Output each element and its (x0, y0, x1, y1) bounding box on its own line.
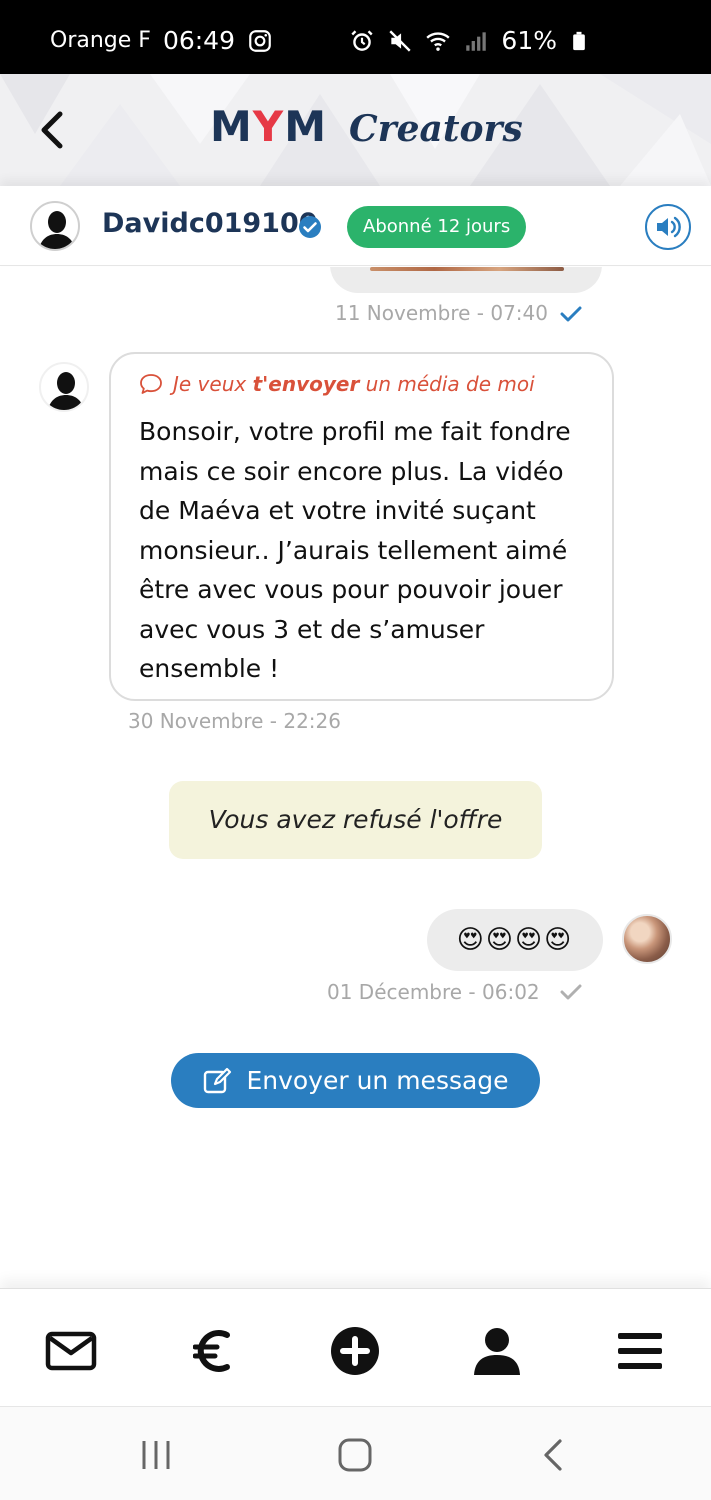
sent-check-icon (560, 984, 582, 1000)
nav-profile[interactable] (469, 1323, 525, 1379)
chat-thread[interactable]: 11 Novembre - 07:40 Je veux t'envoyer un… (0, 267, 711, 1287)
send-message-label: Envoyer un message (246, 1066, 509, 1095)
status-bar: Orange F 06:49 61% (0, 0, 711, 74)
menu-icon (618, 1333, 662, 1369)
logo-y: Y (252, 102, 285, 151)
sender-avatar[interactable] (39, 362, 89, 412)
user-silhouette-icon (47, 372, 85, 410)
instagram-icon (249, 29, 271, 52)
my-avatar[interactable] (622, 914, 672, 964)
speaker-icon (657, 216, 681, 238)
wifi-icon (426, 31, 451, 51)
add-icon (331, 1327, 379, 1375)
offer-bold: t'envoyer (252, 372, 360, 396)
status-left: Orange F 06:49 (50, 26, 273, 55)
sound-button[interactable] (645, 204, 691, 250)
battery-percent: 61% (501, 26, 557, 55)
outgoing-timestamp: 01 Décembre - 06:02 (327, 980, 540, 1004)
speech-bubble-icon (140, 374, 162, 394)
previous-timestamp: 11 Novembre - 07:40 (335, 301, 548, 325)
incoming-message-bubble[interactable]: Je veux t'envoyer un média de moi Bonsoi… (109, 352, 614, 701)
verified-icon (299, 216, 321, 238)
outgoing-message-bubble[interactable]: 😍😍😍😍 (427, 909, 603, 971)
incoming-timestamp: 30 Novembre - 22:26 (128, 709, 341, 733)
mute-icon (389, 29, 412, 52)
offer-suffix: un média de moi (359, 372, 535, 396)
read-check-icon (560, 306, 582, 322)
previous-media-thumbnail[interactable] (370, 267, 564, 271)
alarm-icon (351, 29, 374, 51)
offer-prefix: Je veux (173, 372, 253, 396)
carrier-name: Orange F (50, 28, 151, 53)
status-right: 61% (349, 26, 589, 55)
offer-text: Je veux t'envoyer un média de moi (173, 372, 535, 396)
app-header: MYM Creators (0, 74, 711, 186)
logo-m2: M (284, 102, 328, 151)
back-icon[interactable] (534, 1437, 574, 1473)
nav-messages[interactable] (43, 1323, 99, 1379)
conversation-header: Davidc019100 Abonné 12 jours (0, 186, 711, 266)
system-navigation-bar (0, 1406, 711, 1500)
clock: 06:49 (162, 26, 235, 55)
nav-earnings[interactable] (185, 1323, 241, 1379)
contact-name[interactable]: Davidc019100 (102, 208, 318, 239)
logo-m1: M (210, 102, 253, 151)
user-silhouette-icon (38, 211, 76, 249)
logo-mym: MYM (210, 102, 327, 151)
back-button[interactable] (32, 108, 72, 152)
signal-icon (466, 31, 487, 51)
nav-add[interactable] (327, 1323, 383, 1379)
battery-icon (573, 31, 585, 50)
subscription-badge: Abonné 12 jours (347, 206, 527, 248)
logo-creators: Creators (349, 108, 523, 150)
send-message-button[interactable]: Envoyer un message (171, 1053, 540, 1108)
profile-icon (474, 1328, 520, 1375)
edit-icon (204, 1067, 232, 1093)
envelope-icon (45, 1331, 97, 1371)
bottom-navigation (0, 1288, 711, 1406)
incoming-message-text: Bonsoir, votre profil me fait fondre mai… (139, 417, 571, 683)
euro-icon (193, 1330, 230, 1372)
media-request-line: Je veux t'envoyer un média de moi (139, 372, 535, 396)
offer-refused-notice: Vous avez refusé l'offre (169, 781, 542, 859)
contact-avatar[interactable] (30, 201, 80, 251)
nav-menu[interactable] (612, 1323, 668, 1379)
home-icon[interactable] (335, 1437, 375, 1473)
recents-icon[interactable] (136, 1437, 176, 1473)
app-logo: MYM Creators (210, 102, 523, 151)
